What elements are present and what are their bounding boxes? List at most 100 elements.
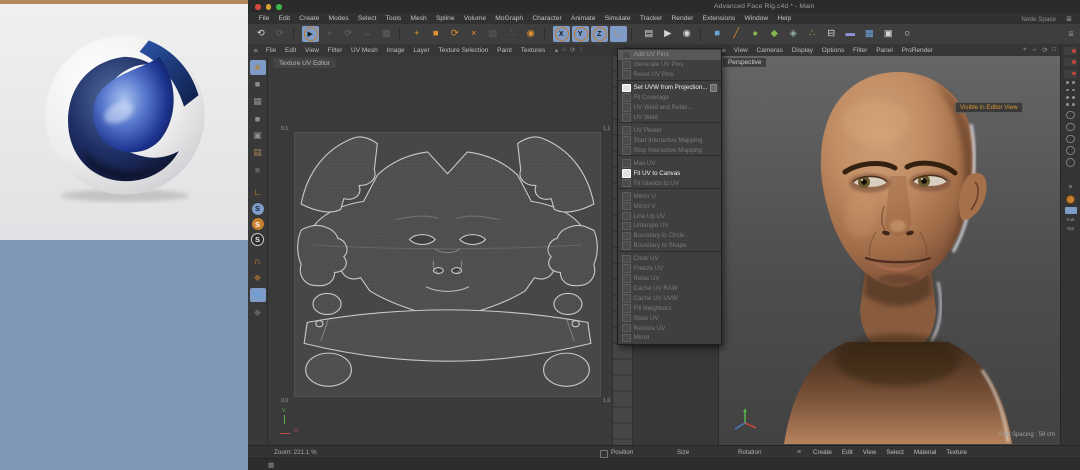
menu-item-boundary-to-shape[interactable]: Boundary to Shape [618, 241, 721, 252]
pan-icon[interactable]: + [1023, 46, 1027, 54]
camera-icon[interactable]: ▣ [880, 26, 898, 42]
figure-icon[interactable]: ◆ [766, 26, 784, 42]
sync-icon[interactable]: ⟳ [570, 46, 575, 54]
menu-item-mirror-v[interactable]: Mirror V [618, 201, 721, 211]
scale-icon[interactable]: ■ [427, 26, 445, 42]
visibility-dot-icon[interactable] [1066, 135, 1075, 144]
render-settings-icon[interactable]: ◉ [678, 26, 696, 42]
character-icon[interactable]: ● [747, 26, 765, 42]
snap-enable-icon[interactable]: S [251, 202, 265, 216]
toolbar-separator[interactable] [544, 28, 549, 41]
menu-item-line-up-uv[interactable]: Line Up UV [618, 211, 721, 221]
move-tool-ghost-icon[interactable]: + [321, 26, 339, 42]
uv-menu-item[interactable]: Image [382, 47, 409, 54]
menu-item-start-interactive-mapping[interactable]: Start Interactive Mapping [618, 136, 721, 146]
menu-item-store-uv[interactable]: Store UV [618, 313, 721, 323]
field-icon[interactable]: ⊟ [823, 26, 841, 42]
viewport-menu-item[interactable]: View [729, 47, 752, 54]
menu-item-boundary-to-circle[interactable]: Boundary to Circle [618, 231, 721, 241]
visibility-dot-icon[interactable] [1066, 111, 1075, 120]
object-icon[interactable] [1064, 58, 1077, 66]
snap-toggle-icon[interactable]: ∴ [503, 26, 521, 42]
simulate-icon[interactable]: ▬ [842, 26, 860, 42]
menubar-item[interactable]: Animate [566, 15, 600, 22]
menubar-item[interactable]: Select [353, 15, 381, 22]
layer-dots-icon[interactable] [1065, 81, 1077, 85]
uv-editor-tab[interactable]: Texture UV Editor [273, 58, 336, 68]
maximize-view-icon[interactable]: □ [1052, 46, 1056, 54]
volume-icon[interactable]: ◈ [785, 26, 803, 42]
menubar-item[interactable]: Volume [459, 15, 491, 22]
toolbar-end-icon[interactable]: ≣ [1068, 30, 1076, 38]
rotate-tool-ghost-icon[interactable]: ⟳ [340, 26, 358, 42]
menu-item-fill-neighbors[interactable]: Fill Neighbors [618, 303, 721, 313]
uv-menu-item[interactable]: File [261, 47, 280, 54]
points-mode-icon[interactable]: ▣ [250, 128, 266, 143]
scale-tool-ghost-icon[interactable]: ↔ [359, 26, 377, 42]
toolbar-separator[interactable] [700, 28, 705, 41]
menu-item-fit-islands-to-uv[interactable]: Fit Islands to UV [618, 178, 721, 189]
coords-box-icon[interactable] [600, 450, 608, 458]
add-cube-icon[interactable]: ■ [709, 26, 727, 42]
menubar-item[interactable]: MoGraph [491, 15, 528, 22]
light-icon[interactable]: ○ [899, 26, 917, 42]
menu-item-mirror-u[interactable]: Mirror U [618, 191, 721, 201]
menu-item-fit-uv-to-canvas[interactable]: Fit UV to Canvas [618, 168, 721, 178]
uv-panel-menu-icon[interactable]: ≡ [250, 46, 261, 55]
snap-3d-icon[interactable]: S [251, 233, 264, 246]
bottom-menu-item[interactable]: Texture [941, 449, 972, 456]
menubar-item[interactable]: Window [740, 15, 773, 22]
uv-mesh-grid-icon[interactable]: ▦ [250, 288, 266, 303]
viewport-menu-item[interactable]: Options [817, 47, 848, 54]
menu-item-generate-uv-pins[interactable]: Generate UV Pins [618, 60, 721, 70]
menubar-item[interactable]: Spline [431, 15, 459, 22]
node-space-label[interactable]: Node Space [1021, 16, 1056, 23]
uv-menu-item[interactable]: Edit [281, 47, 301, 54]
bottom-menu-item[interactable]: Edit [837, 449, 858, 456]
bottom-menu-item[interactable]: View [858, 449, 882, 456]
uv-menu-item[interactable]: View [301, 47, 324, 54]
visibility-dot-icon[interactable] [1066, 146, 1075, 155]
visibility-dot-icon[interactable] [1066, 123, 1075, 132]
uv-menu-item[interactable]: Textures [516, 47, 549, 54]
texture-mode-icon[interactable]: ▦ [250, 94, 266, 109]
uv-poly-icon[interactable]: ◆ [250, 305, 266, 320]
uv-menu-item[interactable]: UV Mesh [347, 47, 383, 54]
mograph-icon[interactable]: ∴ [804, 26, 822, 42]
bottom-menu-item[interactable]: Create [808, 449, 837, 456]
redo-icon[interactable]: ⟳ [271, 26, 289, 42]
perspective-viewport[interactable]: Perspective Visible in Editor View Grid … [718, 56, 1061, 445]
plane-icon[interactable]: ◆ [250, 271, 266, 286]
menubar-item[interactable]: Help [773, 15, 796, 22]
polygons-mode-icon[interactable]: ■ [250, 163, 266, 178]
layer-dots-icon[interactable] [1065, 96, 1077, 100]
workplane-icon[interactable]: ▤ [484, 26, 502, 42]
selection-tag-icon[interactable] [1065, 207, 1077, 214]
object-icon[interactable] [1064, 47, 1077, 55]
menu-item-reset-uv-pins[interactable]: Reset UV Pins [618, 70, 721, 81]
menu-item-add-uv-pins[interactable]: Add UV Pins [618, 50, 721, 60]
menu-item-uv-weld[interactable]: UV Weld [618, 113, 721, 124]
menubar-item[interactable]: Character [528, 15, 567, 22]
menu-item-fit-coverage[interactable]: Fit Coverage [618, 93, 721, 103]
histogram-icon[interactable]: ▴ [555, 46, 558, 54]
uv-menu-item[interactable]: Texture Selection [434, 47, 493, 54]
toolbar-separator[interactable] [293, 28, 298, 41]
menu-item-stop-interactive-mapping[interactable]: Stop Interactive Mapping [618, 145, 721, 156]
menu-item-cache-uv-uvw[interactable]: Cache UV UVW [618, 293, 721, 303]
menu-item-restore-uv[interactable]: Restore UV [618, 323, 721, 333]
cloth-icon[interactable]: ▦ [861, 26, 879, 42]
material-tag-icon[interactable] [1066, 195, 1075, 204]
home-icon[interactable]: ⌂ [562, 46, 566, 54]
bottom-menu-item[interactable]: Material [909, 449, 941, 456]
menubar-item[interactable]: Modes [324, 15, 353, 22]
menu-item-freeze-uv[interactable]: Freeze UV [618, 264, 721, 274]
zoom-view-icon[interactable]: ↔ [1031, 46, 1038, 54]
layer-dots-icon[interactable] [1065, 89, 1077, 93]
menubar-item[interactable]: Simulate [600, 15, 635, 22]
uv-menu-item[interactable]: Layer [409, 47, 434, 54]
viewport-menu-item[interactable]: Filter [849, 47, 872, 54]
spline-pen-icon[interactable]: ╱ [728, 26, 746, 42]
viewport-menu-item[interactable]: Cameras [752, 47, 787, 54]
position-field-label[interactable]: Position [611, 449, 633, 456]
